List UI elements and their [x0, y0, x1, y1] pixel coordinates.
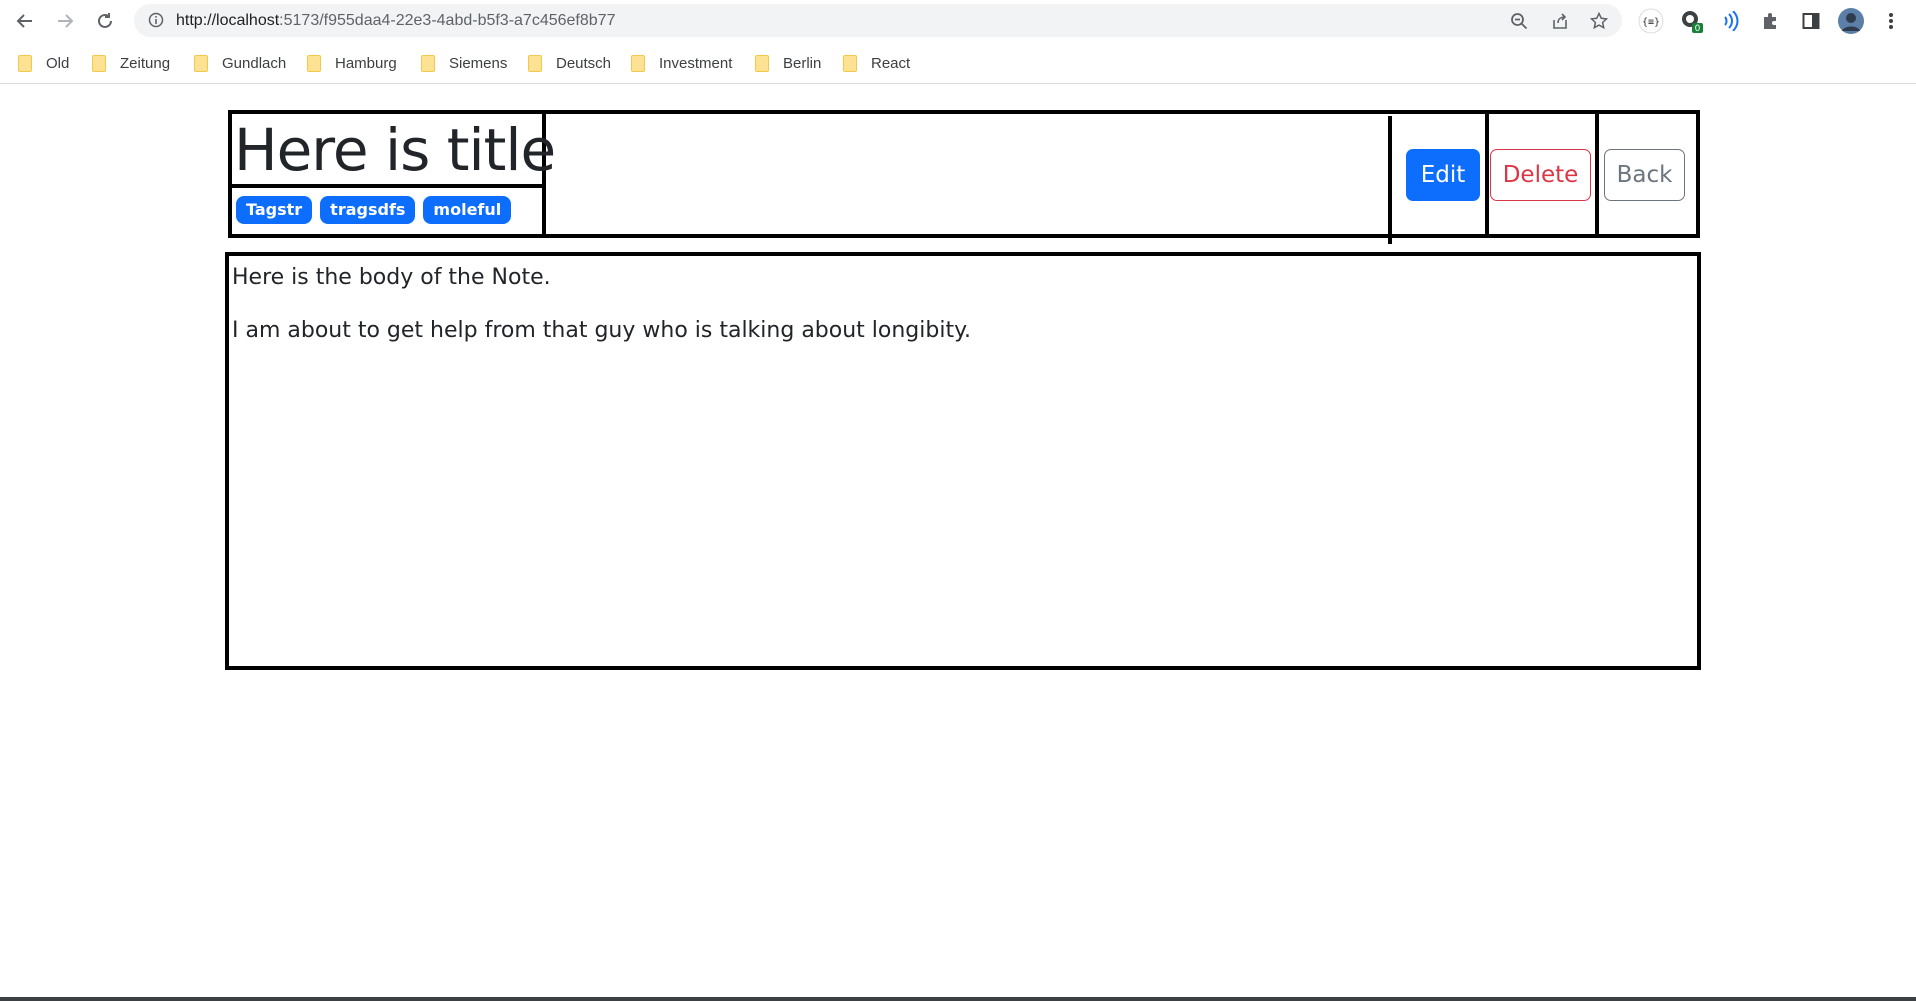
bookmark-label: Hamburg [335, 54, 397, 72]
bookmark-folder[interactable]: Hamburg [307, 51, 397, 75]
folder-icon [92, 54, 106, 72]
url-text: http://localhost:5173/f955daa4-22e3-4abd… [176, 4, 615, 37]
tag-badge: tragsdfs [320, 196, 416, 224]
browser-toolbar: http://localhost:5173/f955daa4-22e3-4abd… [0, 0, 1916, 42]
bookmark-folder[interactable]: React [843, 51, 910, 75]
bookmark-label: Deutsch [556, 54, 612, 72]
bookmarks-bar: Old Zeitung Gundlach Hamburg Siemens Deu… [0, 42, 1916, 84]
bookmark-folder[interactable]: Siemens [421, 51, 507, 75]
column-divider [1485, 114, 1489, 234]
note-title: Here is title [232, 114, 556, 188]
back-arrow-icon[interactable] [12, 8, 38, 34]
tag-badge: moleful [423, 196, 512, 224]
folder-icon [528, 54, 542, 72]
url-host: http://localhost [176, 12, 280, 29]
folder-icon [755, 54, 769, 72]
folder-icon [194, 54, 208, 72]
share-icon[interactable] [1550, 11, 1570, 31]
bookmark-folder[interactable]: Zeitung [92, 51, 170, 75]
column-divider [1595, 114, 1599, 234]
note-header: Here is title Tagstr tragsdfs moleful Ed… [228, 110, 1700, 244]
bookmark-folder[interactable]: Old [18, 51, 69, 75]
bookmark-label: React [871, 54, 911, 72]
bookmark-folder[interactable]: Gundlach [194, 51, 286, 75]
reload-icon[interactable] [92, 8, 118, 34]
edit-button[interactable]: Edit [1406, 149, 1480, 201]
bookmark-label: Old [46, 54, 70, 72]
bookmark-folder[interactable]: Deutsch [528, 51, 611, 75]
eye-extension-icon[interactable]: 0 [1678, 8, 1704, 34]
bookmark-label: Berlin [783, 54, 822, 72]
json-extension-icon[interactable]: {≡} [1638, 8, 1664, 34]
audio-extension-icon[interactable] [1718, 8, 1744, 34]
window-bottom-edge [0, 997, 1916, 1001]
tag-badge: Tagstr [236, 196, 313, 224]
address-bar[interactable]: http://localhost:5173/f955daa4-22e3-4abd… [134, 4, 1622, 37]
url-path: :5173/f955daa4-22e3-4abd-b5f3-a7c456ef8b… [279, 12, 616, 29]
extension-badge: 0 [1695, 24, 1701, 34]
profile-avatar[interactable] [1838, 8, 1864, 34]
star-icon[interactable] [1589, 11, 1609, 31]
puzzle-icon[interactable] [1758, 8, 1784, 34]
back-button[interactable]: Back [1604, 149, 1685, 201]
tag-list: Tagstr tragsdfs moleful [236, 196, 512, 224]
folder-icon [421, 54, 435, 72]
site-info-icon[interactable] [148, 12, 164, 32]
folder-icon [307, 54, 321, 72]
bookmark-folder[interactable]: Investment [631, 51, 732, 75]
note-body: Here is the body of the Note. I am about… [225, 252, 1701, 670]
body-paragraph: Here is the body of the Note. [232, 265, 551, 290]
column-divider [1388, 116, 1392, 244]
delete-button[interactable]: Delete [1490, 149, 1591, 201]
body-paragraph: I am about to get help from that guy who… [232, 318, 971, 343]
kebab-menu-icon[interactable] [1878, 8, 1904, 34]
folder-icon [843, 54, 857, 72]
svg-text:{≡}: {≡} [1642, 17, 1660, 28]
title-cell: Here is title Tagstr tragsdfs moleful [232, 114, 556, 234]
side-panel-icon[interactable] [1798, 8, 1824, 34]
folder-icon [631, 54, 645, 72]
bookmark-label: Investment [659, 54, 733, 72]
bookmark-label: Zeitung [120, 54, 171, 72]
zoom-icon[interactable] [1509, 11, 1529, 31]
folder-icon [18, 54, 32, 72]
bookmark-folder[interactable]: Berlin [755, 51, 821, 75]
forward-arrow-icon[interactable] [52, 8, 78, 34]
bookmark-label: Siemens [449, 54, 508, 72]
bookmark-label: Gundlach [222, 54, 287, 72]
